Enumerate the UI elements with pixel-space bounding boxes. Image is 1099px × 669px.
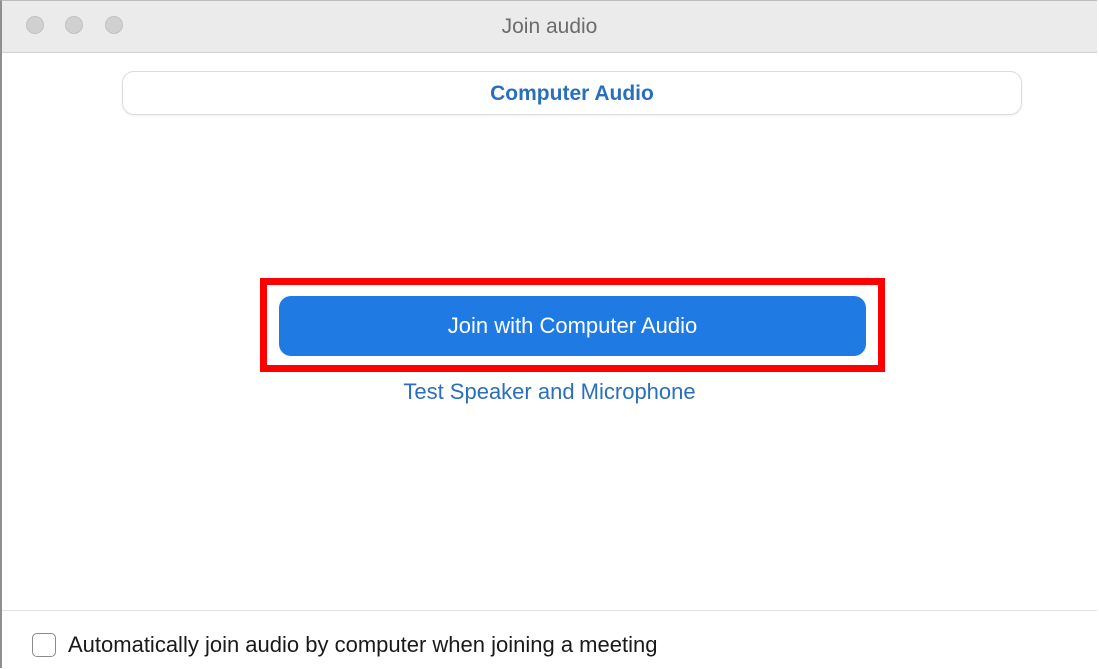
- auto-join-checkbox[interactable]: [32, 633, 56, 657]
- join-audio-window: Join audio Computer Audio Join with Comp…: [0, 0, 1097, 668]
- test-speaker-microphone-link[interactable]: Test Speaker and Microphone: [2, 379, 1097, 405]
- footer-divider: [2, 610, 1097, 611]
- window-title: Join audio: [501, 15, 598, 38]
- auto-join-row: Automatically join audio by computer whe…: [32, 631, 657, 659]
- join-with-computer-audio-button[interactable]: Join with Computer Audio: [279, 296, 866, 356]
- tab-computer-audio[interactable]: Computer Audio: [123, 82, 1021, 106]
- audio-tab-bar: Computer Audio: [122, 71, 1022, 115]
- auto-join-label: Automatically join audio by computer whe…: [68, 632, 658, 657]
- title-bar: Join audio: [2, 1, 1097, 53]
